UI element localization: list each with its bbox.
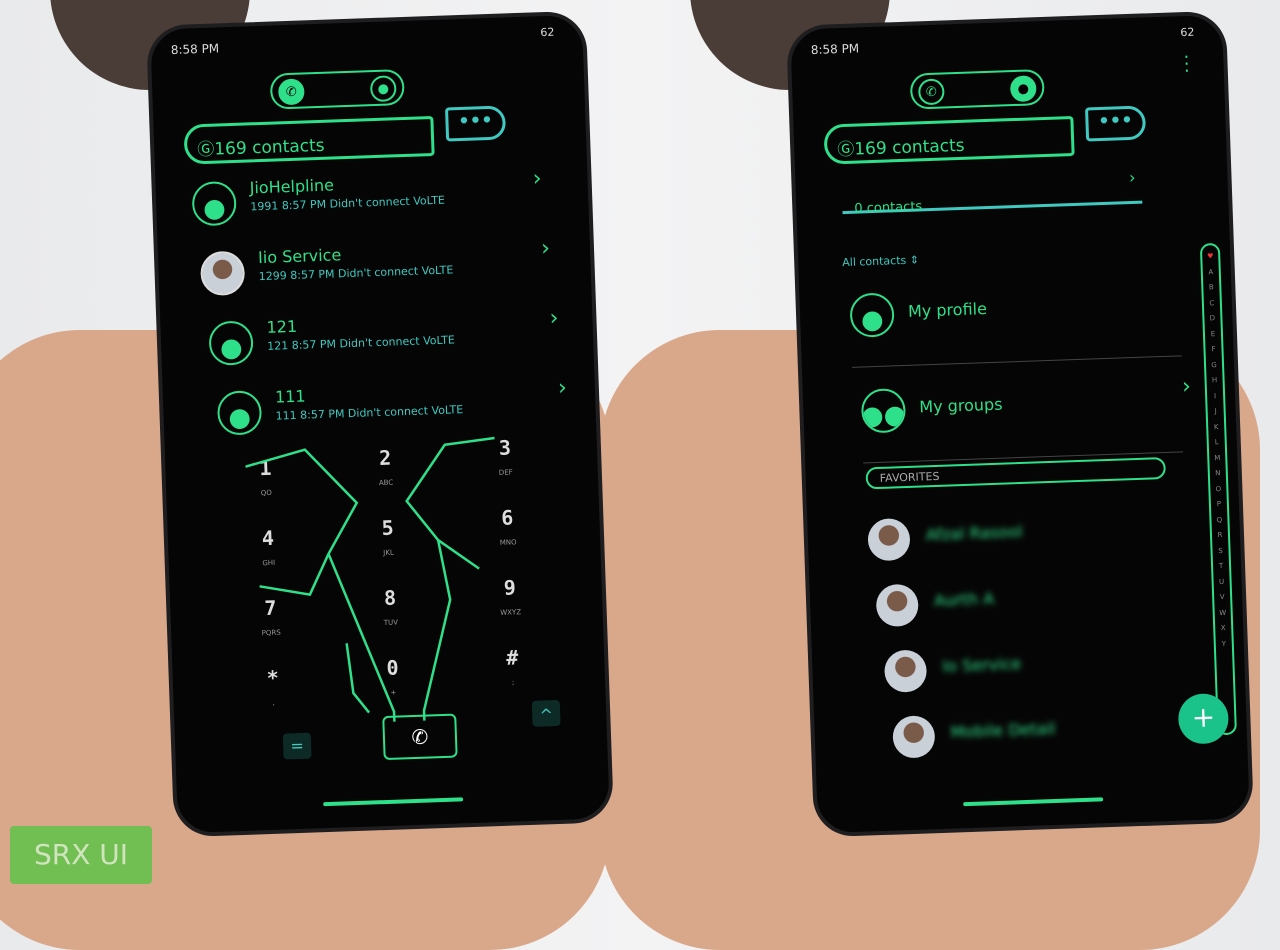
index-letter[interactable]: P — [1211, 497, 1228, 513]
favorite-contact[interactable]: Mobile Detail — [892, 702, 1193, 759]
favorite-contact[interactable]: Afzal Rasool — [867, 505, 1168, 562]
index-letter[interactable]: Y — [1216, 636, 1233, 652]
index-letter[interactable]: X — [1215, 621, 1232, 637]
index-letter[interactable]: Q — [1211, 512, 1228, 528]
index-letter[interactable]: G — [1206, 357, 1223, 373]
chevron-right-icon[interactable]: › — [532, 166, 542, 191]
index-letter[interactable]: H — [1206, 373, 1223, 389]
phone-dialer: 8:58 PM 62 ✆ ● Ⓖ169 contacts ••• ● JioHe… — [145, 10, 615, 838]
person-icon: ● — [208, 320, 254, 366]
avatar — [867, 517, 911, 562]
favorite-contact[interactable]: Io Service — [883, 636, 1185, 693]
index-letter[interactable]: I — [1207, 388, 1224, 404]
favorite-contact[interactable]: Aurth A — [875, 571, 1176, 628]
index-letter[interactable]: E — [1205, 326, 1222, 342]
index-letter[interactable]: R — [1212, 528, 1229, 544]
call-button[interactable]: ✆ — [382, 713, 458, 761]
index-letter[interactable]: N — [1210, 466, 1227, 482]
index-letter[interactable]: K — [1208, 419, 1225, 435]
avatar — [883, 649, 928, 693]
phone-icon: ✆ — [285, 84, 298, 100]
my-groups-row[interactable]: ●● My groups › — [860, 374, 1191, 464]
sort-arrows-icon: ⇕ — [909, 253, 920, 267]
recent-call-row[interactable]: ● 121 121 8:57 PM Didn't connect VoLTE › — [208, 306, 559, 378]
avatar — [892, 715, 936, 759]
index-letter[interactable]: C — [1204, 295, 1221, 311]
circuit-decoration — [245, 436, 495, 727]
index-letter[interactable]: S — [1212, 543, 1229, 559]
more-button[interactable]: ••• — [444, 105, 507, 142]
heart-icon: ♥ — [1206, 252, 1214, 261]
avatar — [875, 583, 919, 628]
phone-contacts: 8:58 PM 62 · · · ✆ ● Ⓖ169 contacts ••• 0 c… — [785, 10, 1255, 838]
index-letter[interactable]: M — [1209, 450, 1226, 466]
index-letter[interactable]: D — [1204, 311, 1221, 327]
tab-phone[interactable]: ✆ — [277, 78, 305, 106]
chevron-right-icon: › — [1128, 167, 1136, 188]
recent-call-row[interactable]: ● JioHelpline 1991 8:57 PM Didn't connec… — [191, 166, 542, 239]
chevron-right-icon[interactable]: › — [541, 236, 551, 261]
chevron-right-icon[interactable]: › — [549, 306, 559, 331]
search-icon: Ⓖ — [836, 139, 855, 161]
search-bar[interactable]: Ⓖ169 contacts — [823, 115, 1075, 165]
tab-phone[interactable]: ✆ — [917, 78, 945, 106]
index-letter[interactable]: F — [1205, 342, 1222, 358]
overflow-menu-icon[interactable]: · · · — [1183, 47, 1190, 82]
index-letter[interactable]: T — [1213, 559, 1230, 575]
index-letter[interactable]: J — [1207, 404, 1224, 420]
index-letter[interactable]: A — [1203, 264, 1220, 280]
filter-dropdown[interactable]: All contacts ⇕ — [842, 253, 919, 269]
person-icon: ● — [191, 180, 237, 227]
menu-button[interactable]: = — [282, 732, 312, 760]
status-time: 8:58 PM — [810, 41, 860, 58]
tab-switch: ✆ ● — [269, 68, 405, 110]
group-icon: ●● — [860, 388, 907, 434]
search-icon: Ⓖ — [196, 139, 215, 161]
battery-indicator: 62 — [1180, 25, 1195, 40]
tab-contacts[interactable]: ● — [1009, 75, 1037, 103]
chevron-right-icon[interactable]: › — [558, 375, 568, 400]
index-letter[interactable]: W — [1214, 605, 1231, 621]
index-letter[interactable]: U — [1213, 574, 1230, 590]
tab-switch: ✆ ● — [909, 68, 1045, 110]
phone-icon: ✆ — [411, 724, 429, 750]
home-indicator[interactable] — [323, 797, 464, 807]
alphabet-index[interactable]: ♥ A B C D E F G H I J K L M N O P Q R S T U V W X Y — [1199, 242, 1237, 736]
more-button[interactable]: ••• — [1084, 105, 1147, 142]
watermark: SRX UI — [10, 826, 152, 884]
index-letter[interactable]: B — [1203, 280, 1220, 296]
person-icon: ● — [1017, 80, 1030, 97]
status-time: 8:58 PM — [170, 41, 220, 58]
index-letter[interactable]: V — [1214, 590, 1231, 606]
recent-call-row[interactable]: Iio Service 1299 8:57 PM Didn't connect … — [199, 236, 550, 308]
person-icon: ● — [377, 80, 390, 97]
index-letter[interactable]: O — [1210, 481, 1227, 497]
index-letter[interactable]: L — [1209, 435, 1226, 451]
phone-icon: ✆ — [925, 84, 938, 100]
account-label: 0 contacts — [854, 199, 923, 217]
person-icon: ● — [849, 292, 895, 338]
avatar — [199, 250, 246, 297]
tab-contacts[interactable]: ● — [369, 75, 397, 103]
add-contact-button[interactable]: + — [1177, 692, 1230, 745]
chevron-right-icon: › — [1181, 374, 1192, 400]
battery-indicator: 62 — [540, 25, 555, 40]
collapse-keypad-button[interactable]: ^ — [531, 699, 561, 727]
my-profile-row[interactable]: ● My profile — [849, 278, 1182, 368]
home-indicator[interactable] — [963, 797, 1104, 807]
account-row[interactable]: 0 contacts › — [841, 167, 1143, 217]
search-bar[interactable]: Ⓖ169 contacts — [183, 115, 435, 165]
